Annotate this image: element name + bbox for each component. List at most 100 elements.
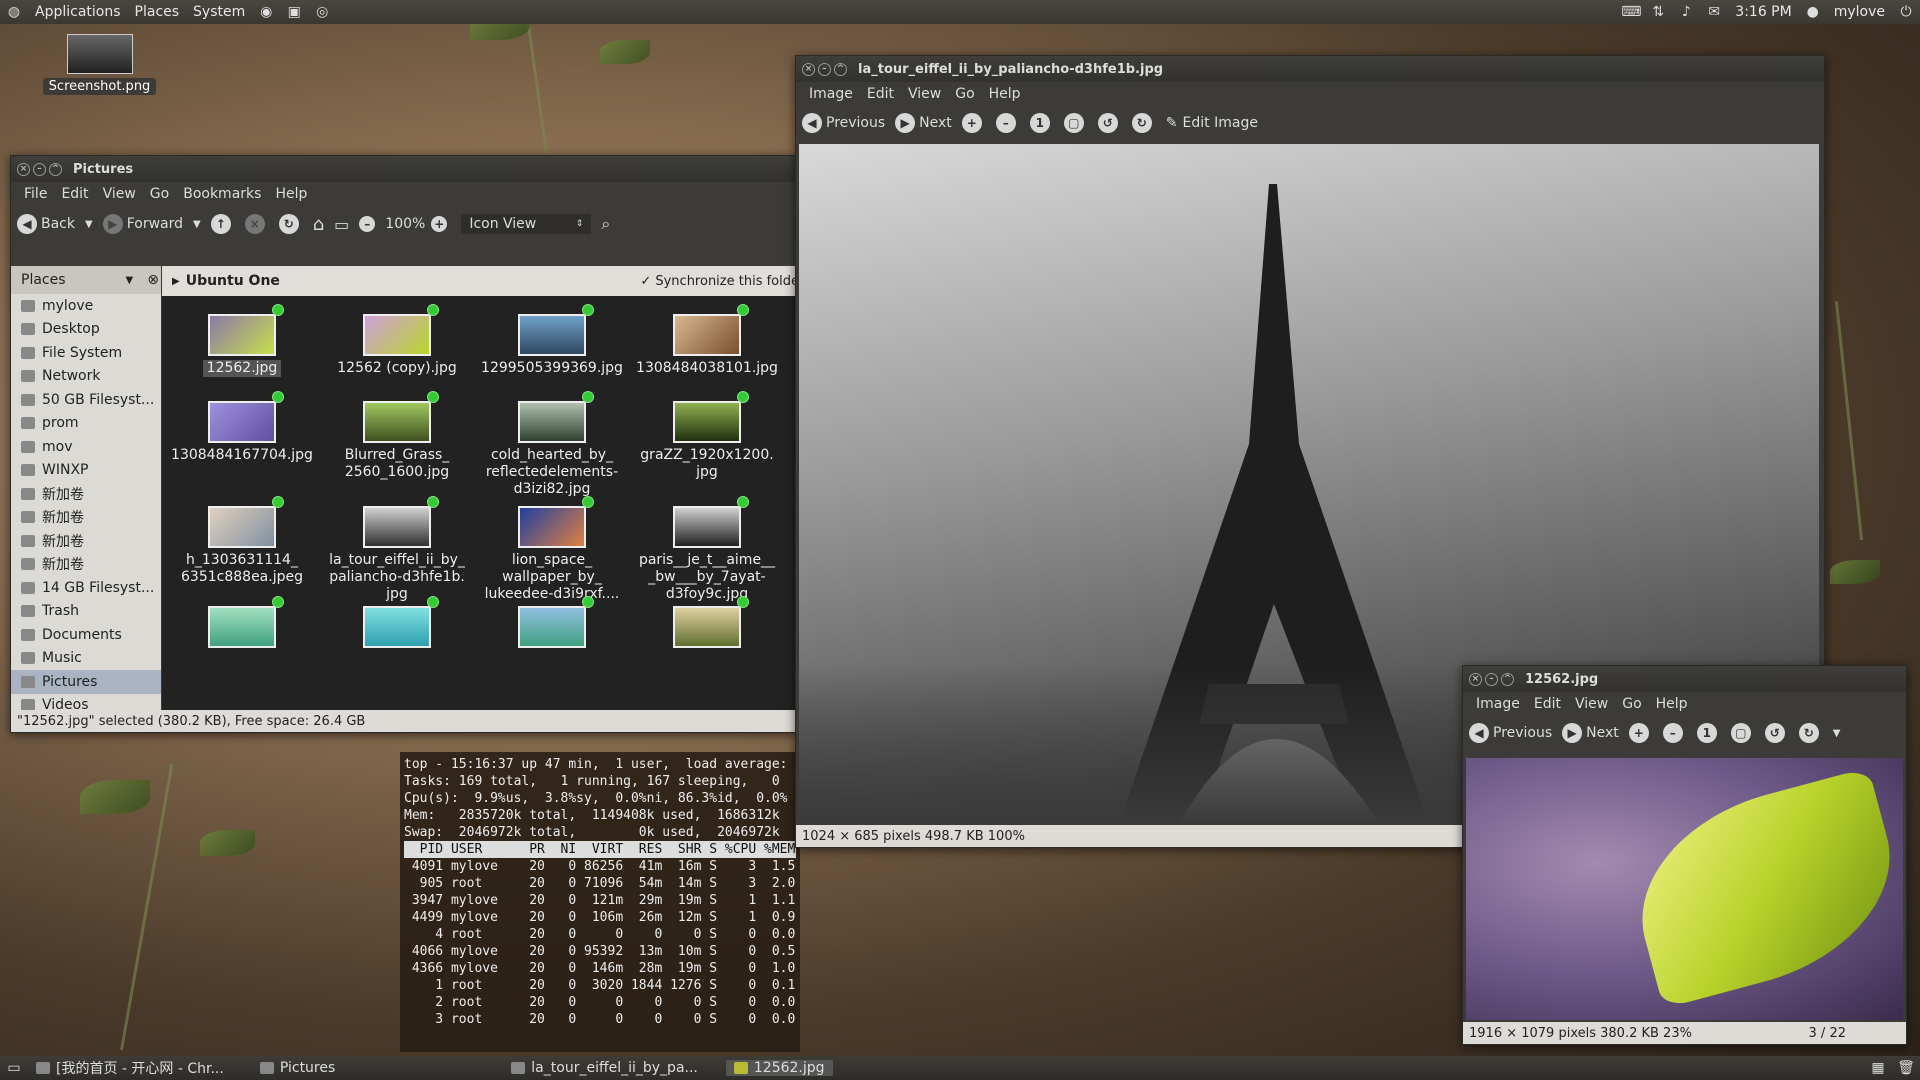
- sidebar-item[interactable]: 新加卷: [11, 482, 161, 506]
- sidebar-item[interactable]: prom: [11, 412, 161, 436]
- maximize-icon[interactable]: ^: [834, 62, 847, 76]
- terminal-top[interactable]: top - 15:16:37 up 47 min, 1 user, load a…: [400, 752, 800, 1052]
- rotate-left-icon[interactable]: ↺: [1764, 723, 1785, 743]
- viewer-small-menu-help[interactable]: Help: [1649, 696, 1695, 712]
- viewer-menu-go[interactable]: Go: [948, 86, 981, 102]
- sidebar-item[interactable]: 新加卷: [11, 506, 161, 530]
- zoom-normal-icon[interactable]: 1: [1029, 113, 1050, 133]
- menu-applications[interactable]: Applications: [28, 4, 128, 20]
- file-item[interactable]: 12562.jpg: [167, 304, 317, 377]
- view-mode-select[interactable]: Icon View ⇕: [461, 214, 592, 234]
- up-icon[interactable]: ↑: [210, 214, 231, 234]
- file-item[interactable]: 1299505399369.jpg: [477, 304, 627, 377]
- toolbar-overflow-icon[interactable]: ▼: [1833, 728, 1841, 739]
- viewer-menu-help[interactable]: Help: [982, 86, 1028, 102]
- file-item[interactable]: lion_space_ wallpaper_by_ lukeedee-d3i9rxf…: [477, 496, 627, 603]
- ubuntu-logo-icon[interactable]: ◍: [5, 3, 23, 21]
- network-icon[interactable]: ⇅: [1649, 3, 1667, 21]
- close-icon[interactable]: ×: [17, 162, 30, 176]
- close-icon[interactable]: ×: [802, 62, 815, 76]
- task-12562[interactable]: 12562.jpg: [725, 1060, 833, 1076]
- back-dropdown-icon[interactable]: ▼: [85, 219, 93, 230]
- firefox-launcher-icon[interactable]: ◉: [257, 3, 275, 21]
- zoom-in-icon[interactable]: +: [1628, 723, 1649, 743]
- file-item[interactable]: [632, 596, 782, 652]
- sidebar-item[interactable]: 新加卷: [11, 529, 161, 553]
- file-item[interactable]: paris__je_t__aime__ _bw___by_7ayat-d3foy9…: [632, 496, 782, 603]
- fm-menu-view[interactable]: View: [96, 186, 143, 202]
- clock[interactable]: 3:16 PM: [1728, 4, 1798, 20]
- volume-icon[interactable]: ♪: [1677, 3, 1695, 21]
- sidebar-item[interactable]: mylove: [11, 294, 161, 318]
- next-button[interactable]: ▶ Next: [895, 113, 952, 133]
- stop-icon[interactable]: ×: [244, 214, 265, 234]
- file-item[interactable]: [477, 596, 627, 652]
- chevron-down-icon[interactable]: ▼: [126, 275, 134, 286]
- sidebar-item[interactable]: 新加卷: [11, 553, 161, 577]
- viewer-small-menu-edit[interactable]: Edit: [1527, 696, 1568, 712]
- sidebar-item[interactable]: Desktop: [11, 318, 161, 342]
- trash-icon[interactable]: 🗑: [1897, 1059, 1915, 1077]
- zoom-fit-icon[interactable]: ▢: [1063, 113, 1084, 133]
- show-desktop-icon[interactable]: ▭: [5, 1059, 23, 1077]
- file-item[interactable]: 12562 (copy).jpg: [322, 304, 472, 377]
- minimize-icon[interactable]: –: [818, 62, 831, 76]
- expand-arrow-icon[interactable]: ▶: [172, 276, 180, 287]
- file-item[interactable]: [167, 596, 317, 652]
- task-chromium[interactable]: [我的首页 - 开心网 - Chr...: [28, 1058, 232, 1078]
- terminal-launcher-icon[interactable]: ▣: [285, 3, 303, 21]
- workspace-switcher-icon[interactable]: ▦: [1869, 1059, 1887, 1077]
- computer-icon[interactable]: ▭: [334, 215, 349, 234]
- power-icon[interactable]: ⏻: [1897, 3, 1915, 21]
- mail-icon[interactable]: ✉: [1705, 3, 1723, 21]
- chromium-launcher-icon[interactable]: ◎: [313, 3, 331, 21]
- green-leaf-image[interactable]: [1466, 758, 1903, 1020]
- user-name[interactable]: mylove: [1827, 4, 1892, 20]
- keyboard-icon[interactable]: ⌨: [1621, 3, 1641, 21]
- sidebar-item[interactable]: File System: [11, 341, 161, 365]
- zoom-out-icon[interactable]: –: [359, 216, 376, 232]
- fm-menu-edit[interactable]: Edit: [54, 186, 95, 202]
- file-item[interactable]: graZZ_1920x1200. jpg: [632, 391, 782, 481]
- edit-image-button[interactable]: ✎ Edit Image: [1166, 115, 1258, 131]
- back-button[interactable]: ◀ Back ▼: [17, 214, 93, 234]
- task-eiffel[interactable]: la_tour_eiffel_ii_by_pa...: [503, 1060, 706, 1076]
- zoom-in-icon[interactable]: +: [431, 216, 448, 232]
- viewer-menu-edit[interactable]: Edit: [860, 86, 901, 102]
- previous-button[interactable]: ◀ Previous: [802, 113, 885, 133]
- reload-icon[interactable]: ↻: [278, 214, 299, 234]
- viewer-titlebar[interactable]: × – ^ la_tour_eiffel_ii_by_paliancho-d3h…: [796, 56, 1824, 82]
- viewer-small-titlebar[interactable]: × – ^ 12562.jpg: [1463, 666, 1906, 692]
- viewer-small-menu-view[interactable]: View: [1568, 696, 1615, 712]
- viewer-small-menu-go[interactable]: Go: [1615, 696, 1648, 712]
- task-pictures[interactable]: Pictures: [252, 1060, 343, 1076]
- close-sidebar-icon[interactable]: ⊗: [147, 272, 159, 288]
- minimize-icon[interactable]: –: [33, 162, 46, 176]
- rotate-right-icon[interactable]: ↻: [1798, 723, 1819, 743]
- rotate-left-icon[interactable]: ↺: [1097, 113, 1118, 133]
- maximize-icon[interactable]: ^: [1501, 672, 1514, 686]
- sidebar-item[interactable]: Music: [11, 647, 161, 671]
- zoom-out-icon[interactable]: –: [1662, 723, 1683, 743]
- zoom-in-icon[interactable]: +: [961, 113, 982, 133]
- forward-dropdown-icon[interactable]: ▼: [193, 219, 201, 230]
- sidebar-item[interactable]: WINXP: [11, 459, 161, 483]
- sidebar-item[interactable]: Documents: [11, 623, 161, 647]
- fm-menu-go[interactable]: Go: [143, 186, 176, 202]
- zoom-normal-icon[interactable]: 1: [1696, 723, 1717, 743]
- places-header[interactable]: Places ▼ ⊗: [11, 266, 161, 294]
- file-item[interactable]: Blurred_Grass_ 2560_1600.jpg: [322, 391, 472, 481]
- file-item[interactable]: 1308484038101.jpg: [632, 304, 782, 377]
- menu-system[interactable]: System: [186, 4, 252, 20]
- fm-menu-file[interactable]: File: [17, 186, 54, 202]
- fm-menu-bookmarks[interactable]: Bookmarks: [176, 186, 268, 202]
- search-icon[interactable]: ⌕: [601, 214, 610, 234]
- zoom-fit-icon[interactable]: ▢: [1730, 723, 1751, 743]
- fm-titlebar[interactable]: × – ^ Pictures: [11, 156, 799, 182]
- menu-places[interactable]: Places: [128, 4, 187, 20]
- rotate-right-icon[interactable]: ↻: [1131, 113, 1152, 133]
- home-icon[interactable]: ⌂: [313, 214, 324, 235]
- viewer-menu-view[interactable]: View: [901, 86, 948, 102]
- maximize-icon[interactable]: ^: [49, 162, 62, 176]
- previous-button[interactable]: ◀ Previous: [1469, 723, 1552, 743]
